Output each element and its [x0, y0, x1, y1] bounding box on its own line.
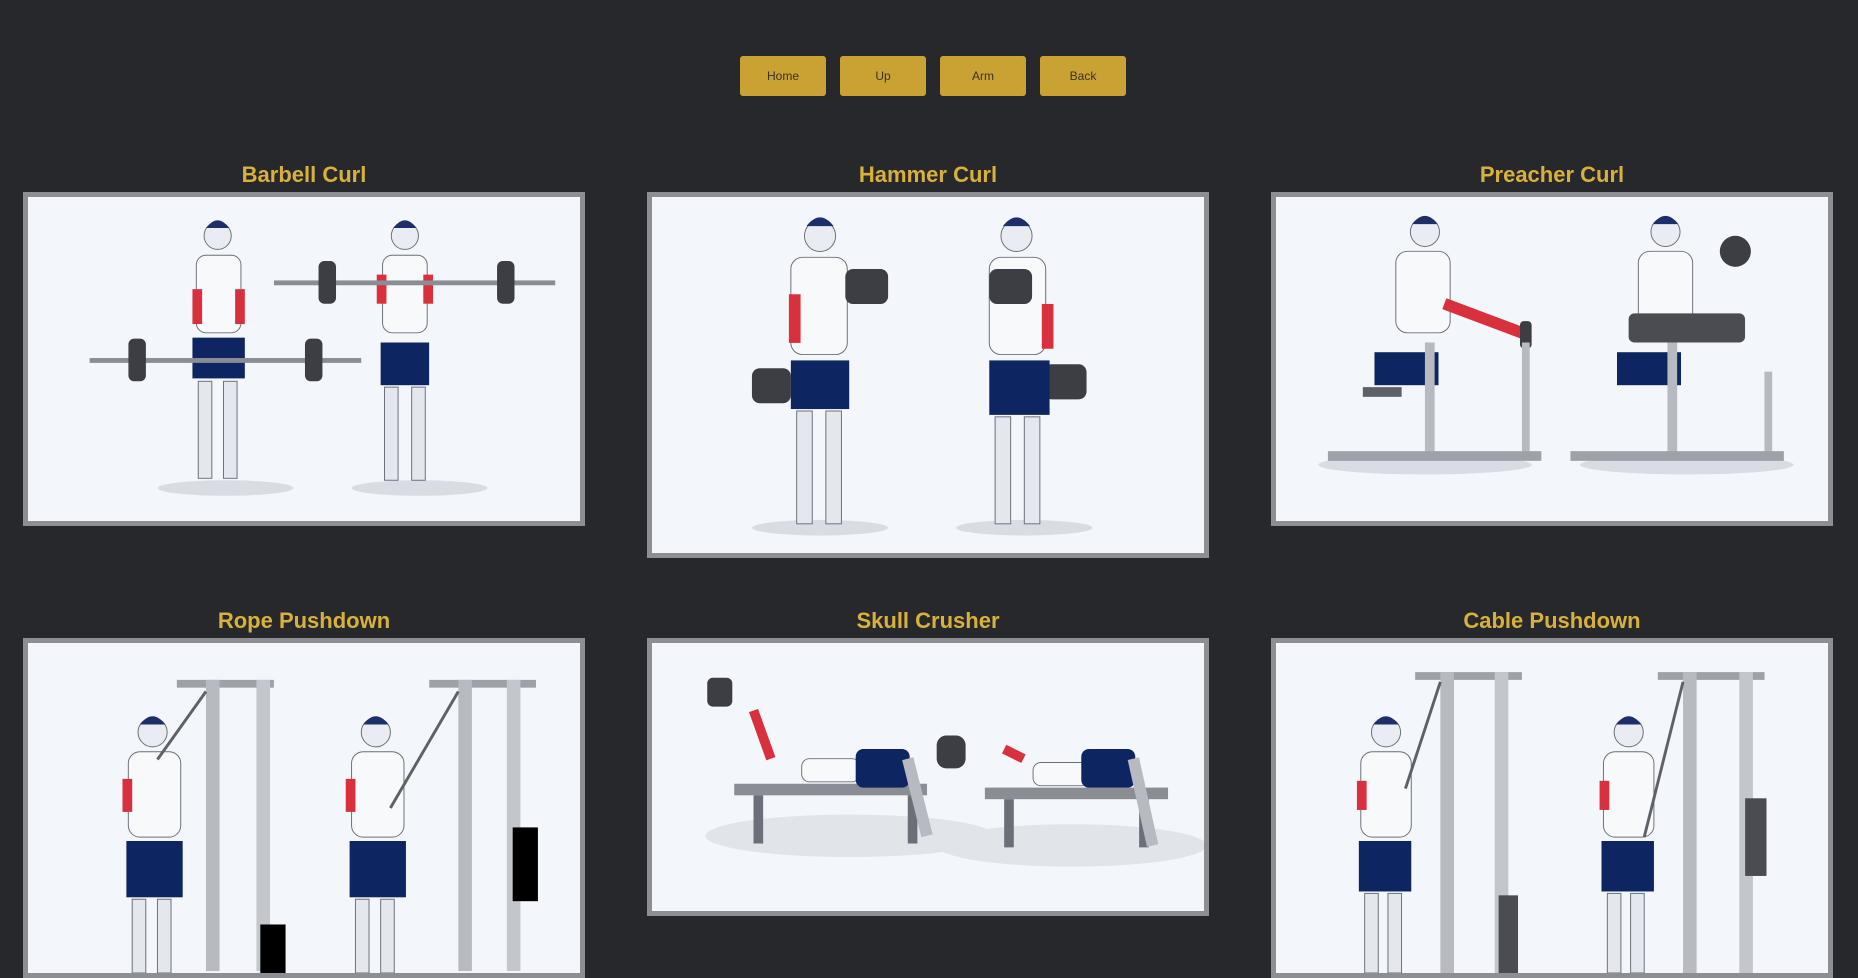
exercise-illustration[interactable] [23, 638, 585, 978]
exercise-title: Preacher Curl [1479, 162, 1625, 187]
exercise-title: Barbell Curl [241, 162, 367, 187]
exercise-card: Skull Crusher [647, 604, 1209, 916]
rope-pushdown-illustration [122, 679, 538, 973]
exercise-card: Barbell Curl [23, 158, 585, 526]
exercise-card: Hammer Curl [647, 158, 1209, 558]
exercise-card: Cable Pushdown [1271, 604, 1833, 978]
preacher-curl-illustration [1318, 215, 1794, 475]
exercise-title: Rope Pushdown [217, 608, 391, 633]
exercise-illustration[interactable] [647, 638, 1209, 916]
exercise-illustration[interactable] [23, 192, 585, 526]
exercise-grid: Barbell Curl Hammer Curl Preacher Curl R… [0, 0, 1858, 978]
exercise-title: Skull Crusher [856, 608, 1000, 633]
exercise-illustration[interactable] [1271, 192, 1833, 526]
skull-crusher-illustration [705, 677, 1204, 867]
barbell-curl-illustration [89, 220, 556, 496]
exercise-card: Preacher Curl [1271, 158, 1833, 526]
exercise-title: Cable Pushdown [1463, 608, 1641, 633]
exercise-illustration[interactable] [1271, 638, 1833, 978]
exercise-title: Hammer Curl [858, 162, 998, 187]
cable-pushdown-illustration [1356, 672, 1767, 973]
hammer-curl-illustration [751, 217, 1093, 536]
exercise-illustration[interactable] [647, 192, 1209, 558]
exercise-card: Rope Pushdown [23, 604, 585, 978]
